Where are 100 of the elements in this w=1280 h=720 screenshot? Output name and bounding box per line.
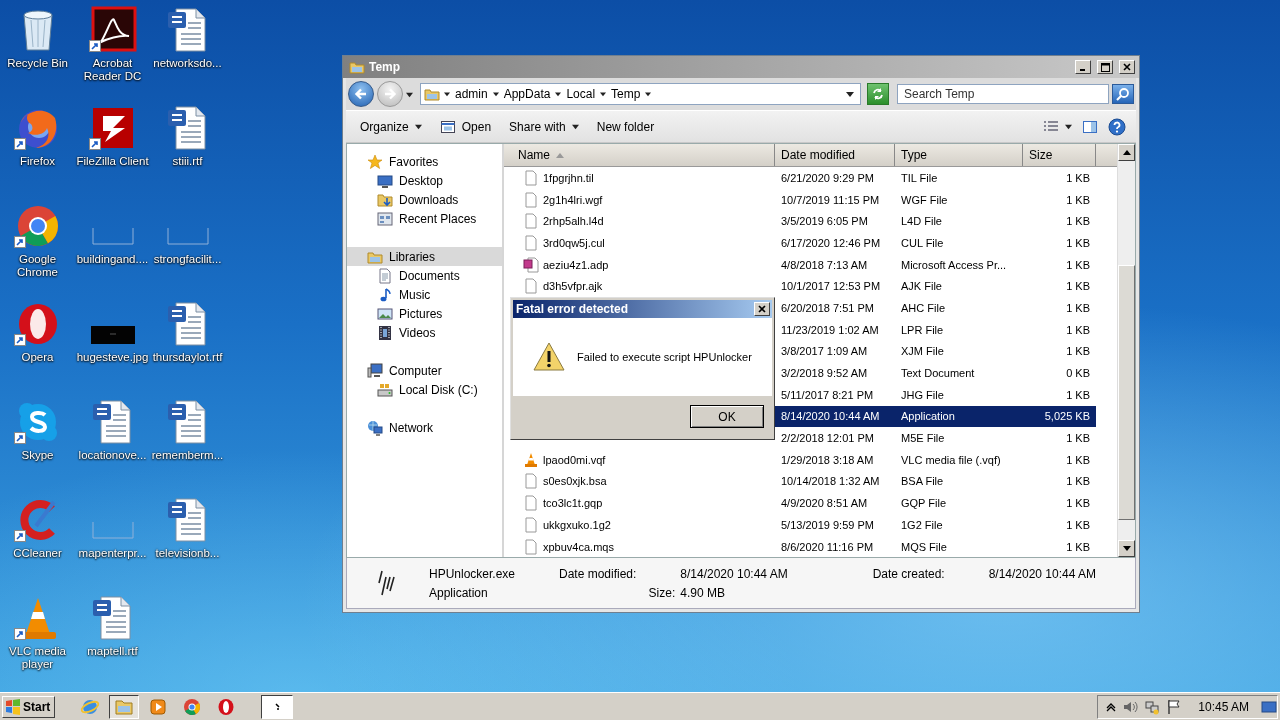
file-row[interactable]: 2g1h4lri.wgf 10/7/2019 11:15 PM WGF File 1 KB [504,188,1096,211]
toolbar-button[interactable]: Open [431,115,500,138]
desktop-icon-label[interactable]: strongfacilit... [153,253,222,266]
file-row[interactable]: 6/20/2018 7:51 PM AHC File 1 KB [775,297,1096,319]
nav-item[interactable]: Favorites [347,152,502,171]
nav-item[interactable]: Videos [347,323,502,342]
desktop-icon-label[interactable]: Opera [21,351,54,364]
toolbar-menu-button[interactable]: Share with [501,116,587,137]
scroll-down-button[interactable] [1118,540,1135,557]
refresh-button[interactable] [867,83,889,105]
date-modified: 10/1/2017 12:53 PM [781,280,881,293]
file-row[interactable]: 3/2/2018 9:52 AM Text Document 0 KB [775,362,1096,384]
maximize-button[interactable] [1097,60,1113,74]
file-row[interactable]: s0es0xjk.bsa 10/14/2018 1:32 AM BSA File 1 KB [504,470,1096,493]
ring-logo-icon [182,696,203,717]
start-button[interactable]: Start [2,695,56,718]
file-size: 5,025 KB [1044,410,1090,423]
search-field[interactable]: Search Temp [897,84,1109,104]
computer-icon [367,362,383,379]
desktop-icon-label[interactable]: thursdaylot.rtf [152,351,223,364]
breadcrumb-item[interactable]: Local [565,87,597,101]
nav-item[interactable]: Music [347,285,502,304]
file-type: Text Document [901,367,975,380]
picture-icon [377,305,393,322]
nav-item[interactable]: Libraries [347,247,502,266]
close-button[interactable] [1119,60,1135,74]
breadcrumb-item[interactable]: AppData [502,87,552,101]
back-button[interactable] [348,81,374,107]
nav-item[interactable]: Documents [347,266,502,285]
nav-item[interactable]: Desktop [347,171,502,190]
file-size: 1 KB [1066,540,1090,553]
details-label: Date created: [872,566,946,581]
desktop-icon-label[interactable]: stiii.rtf [172,155,203,168]
file-row[interactable]: 2rhp5alh.l4d 3/5/2019 6:05 PM L4D File 1 KB [504,210,1096,233]
column-header[interactable]: Type [895,144,1023,166]
taskbar-button[interactable] [261,694,294,719]
file-name: d3h5vfpr.ajk [543,280,603,293]
file-row[interactable]: 3rd0qw5j.cul 6/17/2020 12:46 PM CUL File 1 KB [504,232,1096,254]
file-row[interactable]: 5/11/2017 8:21 PM JHG File 1 KB [775,383,1096,406]
desktop-icon-label[interactable]: Google Chrome [0,253,75,279]
nav-item[interactable]: Network [347,418,502,437]
close-button[interactable] [754,302,770,316]
date-modified: 6/20/2018 7:51 PM [781,301,874,314]
window-title: Temp [369,60,402,74]
desktop-icon-label[interactable]: locationove... [78,449,147,462]
desktop-icon-label[interactable]: rememberm... [151,449,224,462]
file-size: 1 KB [1066,258,1090,271]
file-type: LPR File [901,323,944,336]
nav-item[interactable]: Downloads [347,190,502,209]
show-desktop-icon[interactable] [1261,698,1277,715]
search-button[interactable] [1112,84,1134,104]
forward-button[interactable] [377,81,403,107]
desktop-icon-label[interactable]: Firefox [19,155,56,168]
file-row[interactable]: xpbuv4ca.mqs 8/6/2020 11:16 PM MQS File 1 KB [504,535,1096,557]
file-row[interactable]: tco3lc1t.gqp 4/9/2020 8:51 AM GQP File 1 KB [504,492,1096,514]
scroll-up-button[interactable] [1118,144,1135,161]
desktop-icon-label[interactable]: buildingand.... [76,253,149,266]
back-arrow-icon [354,87,368,101]
column-header[interactable]: Name [504,144,775,166]
desktop-icon-label[interactable]: FileZilla Client [76,155,149,168]
desktop-icon-label[interactable]: Skype [21,449,54,462]
file-name: s0es0xjk.bsa [543,475,607,488]
caret-icon [444,91,450,97]
file-size: 1 KB [1066,388,1090,401]
file-row[interactable]: lpaod0mi.vqf 1/29/2018 3:18 AM VLC media file (.vqf) 1 KB [504,448,1096,471]
nav-item[interactable]: Recent Places [347,209,502,228]
details-value: 8/14/2020 10:44 AM [680,566,789,581]
file-row[interactable]: ukkgxuko.1g2 5/13/2019 9:59 PM 1G2 File 1 KB [504,514,1096,536]
column-header[interactable]: Date modified [775,144,895,166]
column-header[interactable]: Size [1023,144,1096,166]
file-type: XJM File [901,345,944,358]
file-row[interactable]: d3h5vfpr.ajk 10/1/2017 12:53 PM AJK File 1 KB [504,275,1096,298]
database-file-icon [523,256,539,273]
taskbar-button[interactable] [109,694,140,719]
file-icon [523,495,539,512]
desktop-icon-label[interactable]: networksdo... [153,57,222,70]
address-bar[interactable]: admin AppData Local Temp [420,83,861,105]
file-row[interactable]: 11/23/2019 1:02 AM LPR File 1 KB [775,318,1096,341]
toolbar-menu-button[interactable]: Organize [352,116,430,137]
desktop-icon-label[interactable]: Acrobat Reader DC [75,57,150,83]
file-row[interactable]: 2/2/2018 12:01 PM M5E File 1 KB [775,427,1096,449]
desktop-icon-label[interactable]: Recycle Bin [7,57,68,70]
desktop-icon-label[interactable]: hugesteve.jpg [76,351,149,364]
breadcrumb-item[interactable]: admin [454,87,489,101]
file-name: HPUnlocker.exe [429,566,517,581]
breadcrumb-item[interactable]: Temp [610,87,642,101]
ok-button[interactable]: OK [690,405,764,428]
toolbar-button[interactable]: New folder [588,116,663,137]
nav-item[interactable]: Local Disk (C:) [347,380,502,399]
close-icon [1123,63,1131,71]
minimize-button[interactable] [1075,60,1091,74]
file-row[interactable]: aeziu4z1.adp 4/8/2018 7:13 AM Microsoft Access Pr... 1 KB [504,253,1096,276]
chevron-up-icon[interactable] [1106,701,1117,712]
file-row[interactable]: 8/14/2020 10:44 AM Application 5,025 KB [775,405,1096,428]
nav-item[interactable]: Pictures [347,304,502,323]
file-row[interactable]: 1fpgrjhn.til 6/21/2020 9:29 PM TIL File 1 KB [504,167,1096,189]
nav-item[interactable]: Computer [347,361,502,380]
file-row[interactable]: 3/8/2017 1:09 AM XJM File 1 KB [775,340,1096,363]
date-modified: 8/6/2020 11:16 PM [781,540,874,553]
scrollbar-thumb[interactable] [1118,265,1135,520]
